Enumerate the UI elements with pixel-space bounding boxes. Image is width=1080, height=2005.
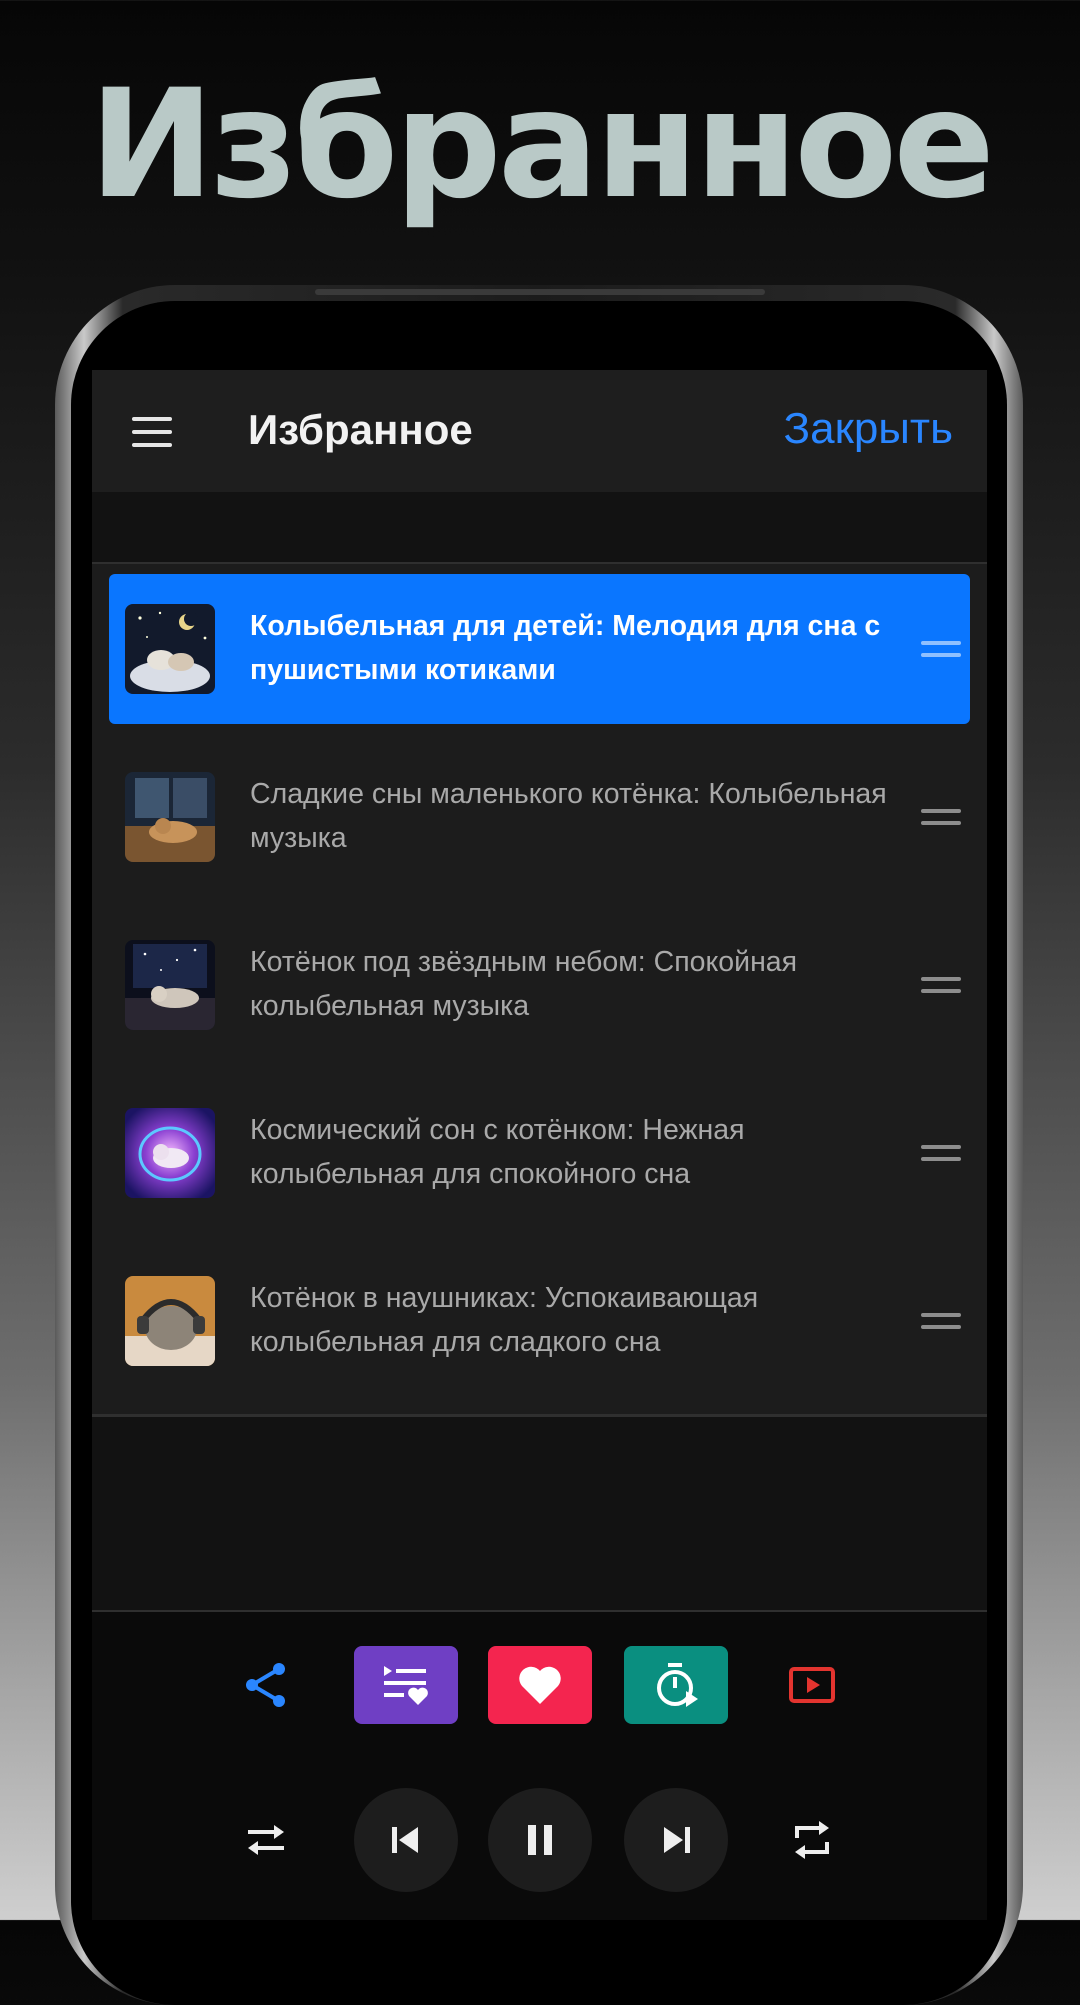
pause-button[interactable] — [488, 1788, 592, 1892]
shuffle-icon — [248, 1825, 284, 1855]
share-button[interactable] — [214, 1646, 318, 1724]
video-button[interactable] — [760, 1646, 864, 1724]
track-item-3[interactable]: Котёнок под звёздным небом: Спокойная ко… — [109, 910, 970, 1060]
track-item-1[interactable]: Колыбельная для детей: Мелодия для сна с… — [109, 574, 970, 724]
drag-handle-icon[interactable] — [921, 973, 961, 995]
track-thumbnail-1 — [125, 604, 215, 694]
repeat-icon — [795, 1821, 829, 1859]
playlist-heart-icon — [384, 1666, 428, 1705]
share-icon — [246, 1663, 285, 1707]
track-thumbnail-5 — [125, 1276, 215, 1366]
playlist-favorites-button[interactable] — [354, 1646, 458, 1724]
app-screen: Избранное Закрыть Колыбельная для детей:… — [92, 370, 987, 1920]
track-thumbnail-4 — [125, 1108, 215, 1198]
favorites-list: Колыбельная для детей: Мелодия для сна с… — [92, 564, 987, 1416]
shuffle-button[interactable] — [214, 1788, 318, 1892]
track-title-2: Сладкие сны маленького котёнка: Колыбель… — [250, 778, 887, 854]
top-app-bar: Избранное Закрыть — [92, 370, 987, 492]
page-title: Избранное — [248, 406, 473, 453]
next-button[interactable] — [624, 1788, 728, 1892]
hamburger-menu-icon[interactable] — [132, 417, 174, 447]
drag-handle-icon[interactable] — [921, 1309, 961, 1331]
track-thumbnail-3 — [125, 940, 215, 1030]
play-video-icon — [789, 1667, 835, 1703]
track-item-4[interactable]: Космический сон с котёнком: Нежная колыб… — [109, 1078, 970, 1228]
next-icon — [664, 1827, 690, 1853]
promo-title: Избранное — [88, 58, 995, 232]
track-item-5[interactable]: Котёнок в наушниках: Успокаивающая колыб… — [109, 1246, 970, 1396]
track-item-2[interactable]: Сладкие сны маленького котёнка: Колыбель… — [109, 742, 970, 892]
player-panel — [92, 1612, 987, 1920]
track-title-3: Котёнок под звёздным небом: Спокойная ко… — [250, 946, 798, 1022]
track-title-4: Космический сон с котёнком: Нежная колыб… — [250, 1114, 745, 1190]
favorite-button[interactable] — [488, 1646, 592, 1724]
track-title-5: Котёнок в наушниках: Успокаивающая колыб… — [250, 1282, 759, 1358]
phone-speaker — [315, 289, 765, 295]
list-bottom-divider — [92, 1414, 987, 1417]
drag-handle-icon[interactable] — [921, 805, 961, 827]
drag-handle-icon[interactable] — [921, 1141, 961, 1163]
pause-icon — [528, 1825, 552, 1855]
timer-icon — [657, 1663, 698, 1707]
sleep-timer-button[interactable] — [624, 1646, 728, 1724]
previous-icon — [392, 1827, 418, 1853]
track-thumbnail-2 — [125, 772, 215, 862]
drag-handle-icon[interactable] — [921, 637, 961, 659]
repeat-button[interactable] — [760, 1788, 864, 1892]
close-button[interactable]: Закрыть — [784, 404, 953, 454]
heart-icon — [519, 1666, 561, 1704]
track-title-1: Колыбельная для детей: Мелодия для сна с… — [250, 610, 881, 686]
previous-button[interactable] — [354, 1788, 458, 1892]
